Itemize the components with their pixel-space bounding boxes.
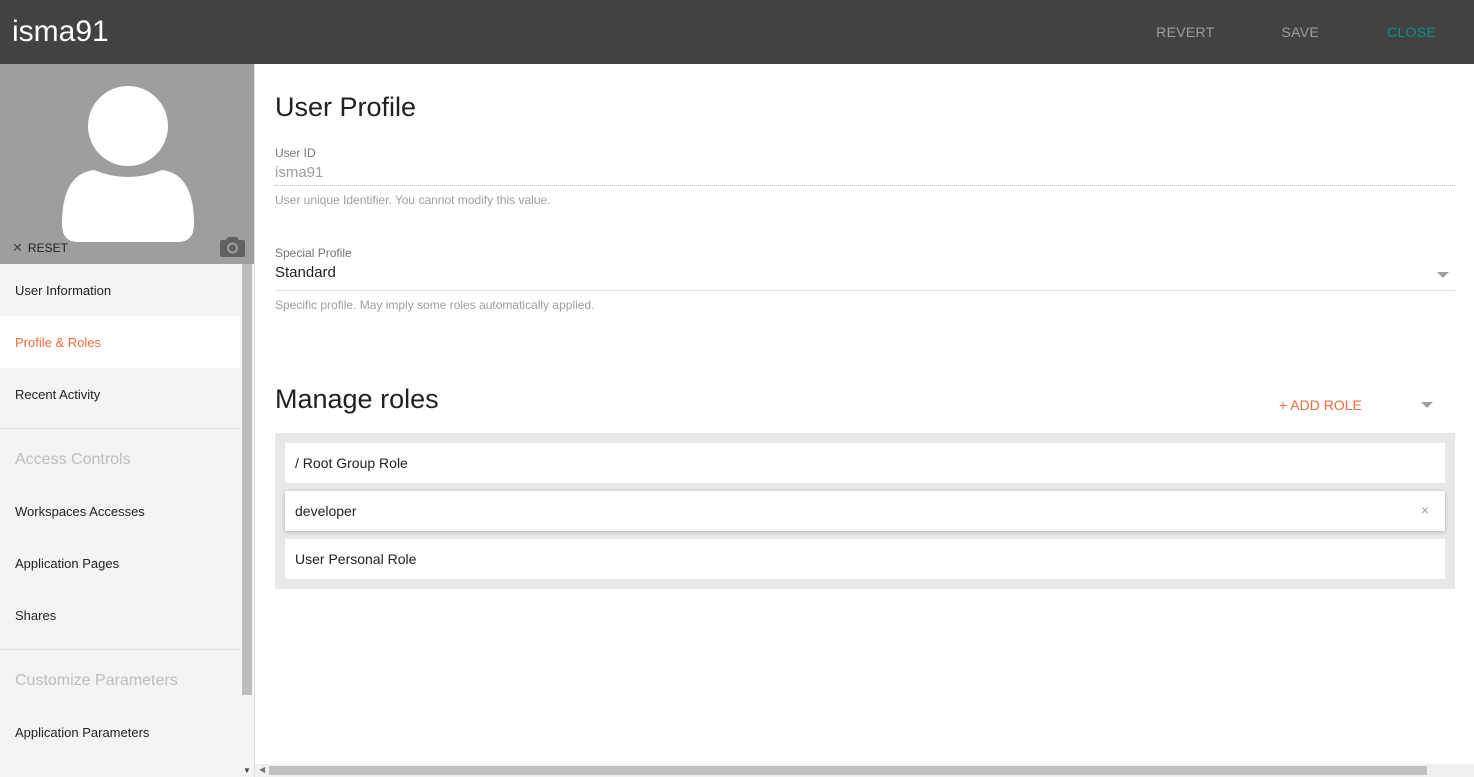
role-item: / Root Group Role [285, 443, 1445, 483]
user-id-field: User ID isma91 User unique Identifier. Y… [275, 146, 1455, 207]
roles-list: / Root Group Role developer × User Perso… [275, 433, 1455, 589]
user-id-value: isma91 [275, 164, 1455, 186]
sidebar-item-workspaces-accesses[interactable]: Workspaces Accesses [0, 485, 240, 537]
add-role-dropdown-icon[interactable] [1421, 402, 1433, 408]
camera-icon[interactable] [220, 235, 245, 257]
user-avatar-icon [62, 86, 194, 242]
revert-button[interactable]: REVERT [1122, 24, 1248, 40]
user-id-hint: User unique Identifier. You cannot modif… [275, 193, 551, 207]
special-profile-field: Special Profile Standard Specific profil… [275, 246, 1455, 312]
role-label: User Personal Role [295, 551, 417, 567]
section-header-access-controls: Access Controls [15, 451, 131, 468]
avatar-area: ✕ RESET [0, 64, 254, 264]
scrollbar-thumb[interactable] [269, 766, 1427, 775]
remove-role-icon[interactable]: × [1421, 502, 1429, 518]
sidebar-item-recent-activity[interactable]: Recent Activity [0, 368, 240, 420]
user-title: isma91 [12, 15, 109, 48]
main-content: User Profile User ID isma91 User unique … [255, 64, 1474, 764]
page-title: User Profile [275, 92, 417, 122]
special-profile-hint: Specific profile. May imply some roles a… [275, 298, 595, 312]
role-item: User Personal Role [285, 539, 1445, 579]
manage-roles-title: Manage roles [275, 384, 439, 414]
role-item[interactable]: developer × [285, 491, 1445, 531]
user-id-label: User ID [275, 146, 316, 160]
close-button[interactable]: CLOSE [1352, 24, 1474, 40]
sidebar-nav: User Information Profile & Roles Recent … [0, 264, 240, 758]
section-header-customize-parameters: Customize Parameters [15, 672, 178, 689]
sidebar-scrollbar[interactable]: ▼ [240, 264, 254, 777]
sidebar-item-application-parameters[interactable]: Application Parameters [0, 706, 240, 758]
sidebar-item-user-information[interactable]: User Information [0, 264, 240, 316]
scroll-left-icon[interactable]: ◀ [259, 765, 265, 774]
app-header: isma91 REVERT SAVE CLOSE [0, 0, 1474, 64]
special-profile-value: Standard [275, 264, 336, 281]
header-actions: REVERT SAVE CLOSE [1122, 0, 1474, 64]
special-profile-select[interactable]: Standard [275, 264, 1455, 291]
reset-avatar-button[interactable]: ✕ RESET [12, 240, 68, 256]
role-label: / Root Group Role [295, 455, 408, 471]
close-icon: ✕ [12, 240, 23, 255]
scroll-down-icon[interactable]: ▼ [243, 766, 251, 775]
scrollbar-thumb[interactable] [242, 264, 252, 695]
sidebar-item-application-pages[interactable]: Application Pages [0, 537, 240, 589]
sidebar-item-profile-roles[interactable]: Profile & Roles [0, 316, 240, 368]
add-role-button[interactable]: + ADD ROLE [1279, 397, 1362, 413]
horizontal-scrollbar[interactable]: ◀ [255, 764, 1474, 777]
sidebar: ✕ RESET User Information Profile & Roles… [0, 64, 255, 777]
special-profile-label: Special Profile [275, 246, 352, 260]
dropdown-arrow-icon[interactable] [1437, 272, 1449, 278]
role-label: developer [295, 503, 357, 519]
reset-label: RESET [27, 241, 68, 255]
save-button[interactable]: SAVE [1249, 24, 1353, 40]
sidebar-item-shares[interactable]: Shares [0, 589, 240, 641]
